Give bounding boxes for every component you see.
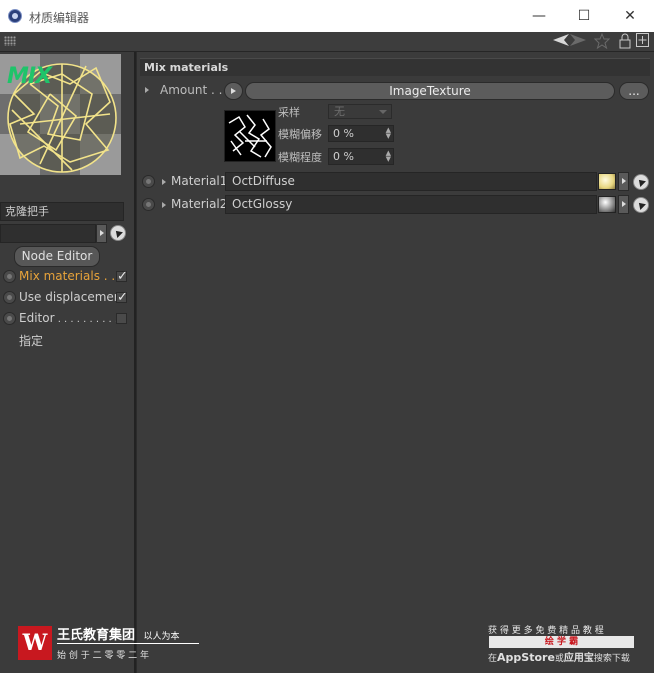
window-titlebar: 材质编辑器 — ☐ ✕	[0, 0, 654, 32]
channel-editor-dots: . . . . . . . . . .	[54, 314, 119, 325]
mix-materials-checkbox[interactable]: ✓	[116, 270, 128, 283]
section-title: Mix materials	[140, 58, 650, 76]
channel-editor-label: Editor	[19, 311, 55, 325]
material1-swatch	[598, 173, 616, 190]
left-panel: MIX 克隆把手 Node Editor Mix materials . . .…	[0, 52, 136, 673]
spin-arrows-icon[interactable]: ▲ ▼	[386, 150, 391, 163]
channel-editor[interactable]: Editor . . . . . . . . . .	[19, 311, 118, 325]
spin-arrows-icon[interactable]: ▲ ▼	[386, 127, 391, 140]
pick-cursor-icon[interactable]	[110, 225, 126, 241]
watermark-motto: 以人为本	[143, 632, 180, 642]
sampling-select[interactable]: 无	[328, 104, 392, 119]
channel-assign[interactable]: 指定	[19, 332, 43, 349]
material2-field[interactable]: OctGlossy	[225, 195, 597, 214]
cinema4d-app-icon	[8, 9, 22, 23]
watermark-right-line1: 获 得 更 多 免 费 精 品 教 程	[488, 626, 604, 636]
play-icon	[231, 88, 236, 94]
grip-handle-icon[interactable]	[4, 36, 16, 46]
channel-mix-materials[interactable]: Mix materials . . .	[19, 269, 123, 283]
watermark-line3-e: 搜索下载	[593, 654, 630, 664]
minimize-button[interactable]: —	[516, 4, 562, 28]
attributes-panel: Mix materials Amount . . . ImageTexture …	[137, 52, 654, 673]
maximize-button[interactable]: ☐	[561, 4, 607, 28]
material2-swatch	[598, 196, 616, 213]
watermark-line3-c: 或	[554, 654, 564, 664]
amount-label: Amount . . .	[160, 83, 231, 97]
wangshi-logo: W	[18, 626, 52, 660]
lock-icon[interactable]	[619, 33, 631, 49]
material2-menu-arrow-icon[interactable]	[618, 195, 629, 214]
editor-checkbox[interactable]	[116, 313, 127, 324]
arrow-forward-icon[interactable]	[570, 33, 586, 49]
window-title: 材质编辑器	[29, 11, 90, 25]
material2-radio[interactable]	[142, 198, 155, 211]
watermark-brand: 绘 学 霸	[489, 636, 634, 648]
blur-scale-label: 模糊程度	[278, 151, 322, 164]
sampling-label: 采样	[278, 106, 300, 119]
material1-radio[interactable]	[142, 175, 155, 188]
use-displacement-radio[interactable]	[3, 291, 16, 304]
amount-play-button[interactable]	[224, 82, 243, 100]
watermark-divider	[57, 643, 199, 644]
blur-offset-field[interactable]: 0 % ▲ ▼	[328, 125, 394, 142]
watermark-appstore: AppStore	[497, 651, 555, 664]
texture-thumbnail-icon	[228, 114, 272, 158]
chevron-down-icon	[379, 110, 387, 114]
texture-more-button[interactable]: ...	[619, 82, 649, 100]
material1-label: Material1	[171, 174, 228, 188]
channel-use-displacement[interactable]: Use displacement	[19, 290, 126, 304]
watermark-left-subtitle: 始 创 于 二 零 零 二 年	[57, 651, 150, 661]
star-icon[interactable]	[593, 32, 611, 50]
texture-thumbnail	[224, 110, 276, 162]
preview-mix-badge: MIX	[7, 64, 52, 89]
material1-field[interactable]: OctDiffuse	[225, 172, 597, 191]
material-preview: MIX	[0, 54, 121, 175]
material2-label: Material2	[171, 197, 228, 211]
material-name-field[interactable]: 克隆把手	[0, 202, 124, 221]
blur-offset-label: 模糊偏移	[278, 128, 322, 141]
watermark-line3-a: 在	[488, 654, 498, 664]
material2-expand-icon[interactable]	[162, 202, 166, 208]
editor-radio[interactable]	[3, 312, 16, 325]
close-button[interactable]: ✕	[607, 4, 653, 28]
channel-use-displacement-label: Use displacement	[19, 290, 127, 304]
amount-expand-icon[interactable]	[145, 87, 149, 93]
material2-pick-cursor-icon[interactable]	[633, 197, 649, 213]
blur-scale-field[interactable]: 0 % ▲ ▼	[328, 148, 394, 165]
sampling-select-value: 无	[334, 105, 345, 118]
channel-mix-materials-label: Mix materials	[19, 269, 100, 283]
watermark-yingyongbao: 应用宝	[563, 653, 594, 664]
image-texture-button[interactable]: ImageTexture	[245, 82, 615, 100]
watermark-right-line3: 在AppStore或应用宝搜索下载	[488, 649, 630, 664]
editor-toolbar	[0, 32, 654, 52]
watermark-company: 王氏教育集团	[57, 628, 136, 643]
arrow-back-icon[interactable]	[553, 33, 569, 49]
mix-materials-radio[interactable]	[3, 270, 16, 283]
new-window-icon[interactable]	[636, 33, 649, 49]
material1-menu-arrow-icon[interactable]	[618, 172, 629, 191]
blur-offset-value: 0 %	[333, 127, 354, 140]
use-displacement-checkbox[interactable]: ✓	[116, 291, 128, 304]
material-link-field[interactable]	[0, 224, 96, 243]
blur-scale-value: 0 %	[333, 150, 354, 163]
material1-pick-cursor-icon[interactable]	[633, 174, 649, 190]
link-menu-arrow-icon[interactable]	[96, 224, 107, 243]
material1-expand-icon[interactable]	[162, 179, 166, 185]
watermark-left-title: 王氏教育集团 以人为本	[57, 624, 207, 643]
node-editor-button[interactable]: Node Editor	[14, 246, 100, 267]
